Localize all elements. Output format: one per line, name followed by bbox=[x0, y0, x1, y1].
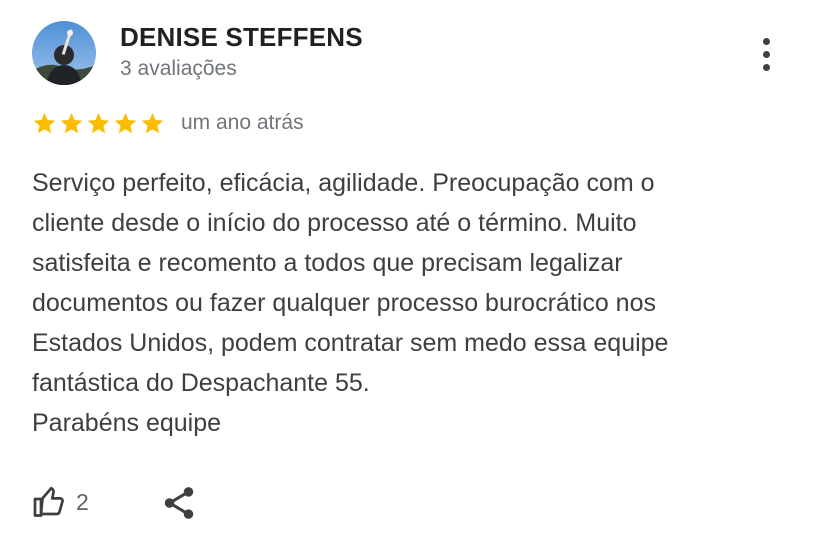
rating-row: um ano atrás bbox=[32, 108, 304, 138]
more-options-button[interactable] bbox=[748, 32, 784, 76]
review-text-line: documentos ou fazer qualquer processo bu… bbox=[32, 289, 656, 317]
star-icon bbox=[141, 112, 164, 133]
review-date: um ano atrás bbox=[181, 111, 304, 134]
reviewer-review-count[interactable]: 3 avaliações bbox=[120, 57, 237, 81]
review-text-line: Parabéns equipe bbox=[32, 409, 222, 437]
more-vert-icon bbox=[762, 37, 770, 45]
more-vert-icon-dot-3 bbox=[762, 63, 770, 71]
review-text-line: Estados Unidos, podem contratar sem medo… bbox=[32, 329, 669, 357]
review-text-line: satisfeita e recomento a todos que preci… bbox=[32, 249, 623, 277]
review-card: DENISE STEFFENS 3 avaliações um ano atrá… bbox=[0, 0, 820, 553]
review-text-line: fantástica do Despachante 55. bbox=[32, 369, 370, 397]
like-count: 2 bbox=[76, 488, 89, 515]
review-text-line: Serviço perfeito, eficácia, agilidade. P… bbox=[32, 169, 655, 197]
like-button[interactable]: 2 bbox=[32, 481, 89, 523]
review-text: Serviço perfeito, eficácia, agilidade. P… bbox=[32, 163, 792, 443]
share-button[interactable] bbox=[160, 484, 198, 522]
reviewer-name[interactable]: DENISE STEFFENS bbox=[120, 22, 363, 53]
star-rating bbox=[32, 111, 165, 136]
reviewer-avatar[interactable] bbox=[32, 21, 96, 85]
star-icon bbox=[33, 112, 56, 133]
more-vert-icon-dot-2 bbox=[762, 50, 770, 58]
star-icon bbox=[114, 112, 137, 133]
share-icon bbox=[164, 487, 194, 519]
avatar-photo bbox=[32, 21, 96, 85]
star-icon bbox=[87, 112, 110, 133]
review-text-line: cliente desde o início do processo até o… bbox=[32, 209, 637, 237]
thumbs-up-icon bbox=[33, 486, 64, 517]
star-icon bbox=[60, 112, 83, 133]
